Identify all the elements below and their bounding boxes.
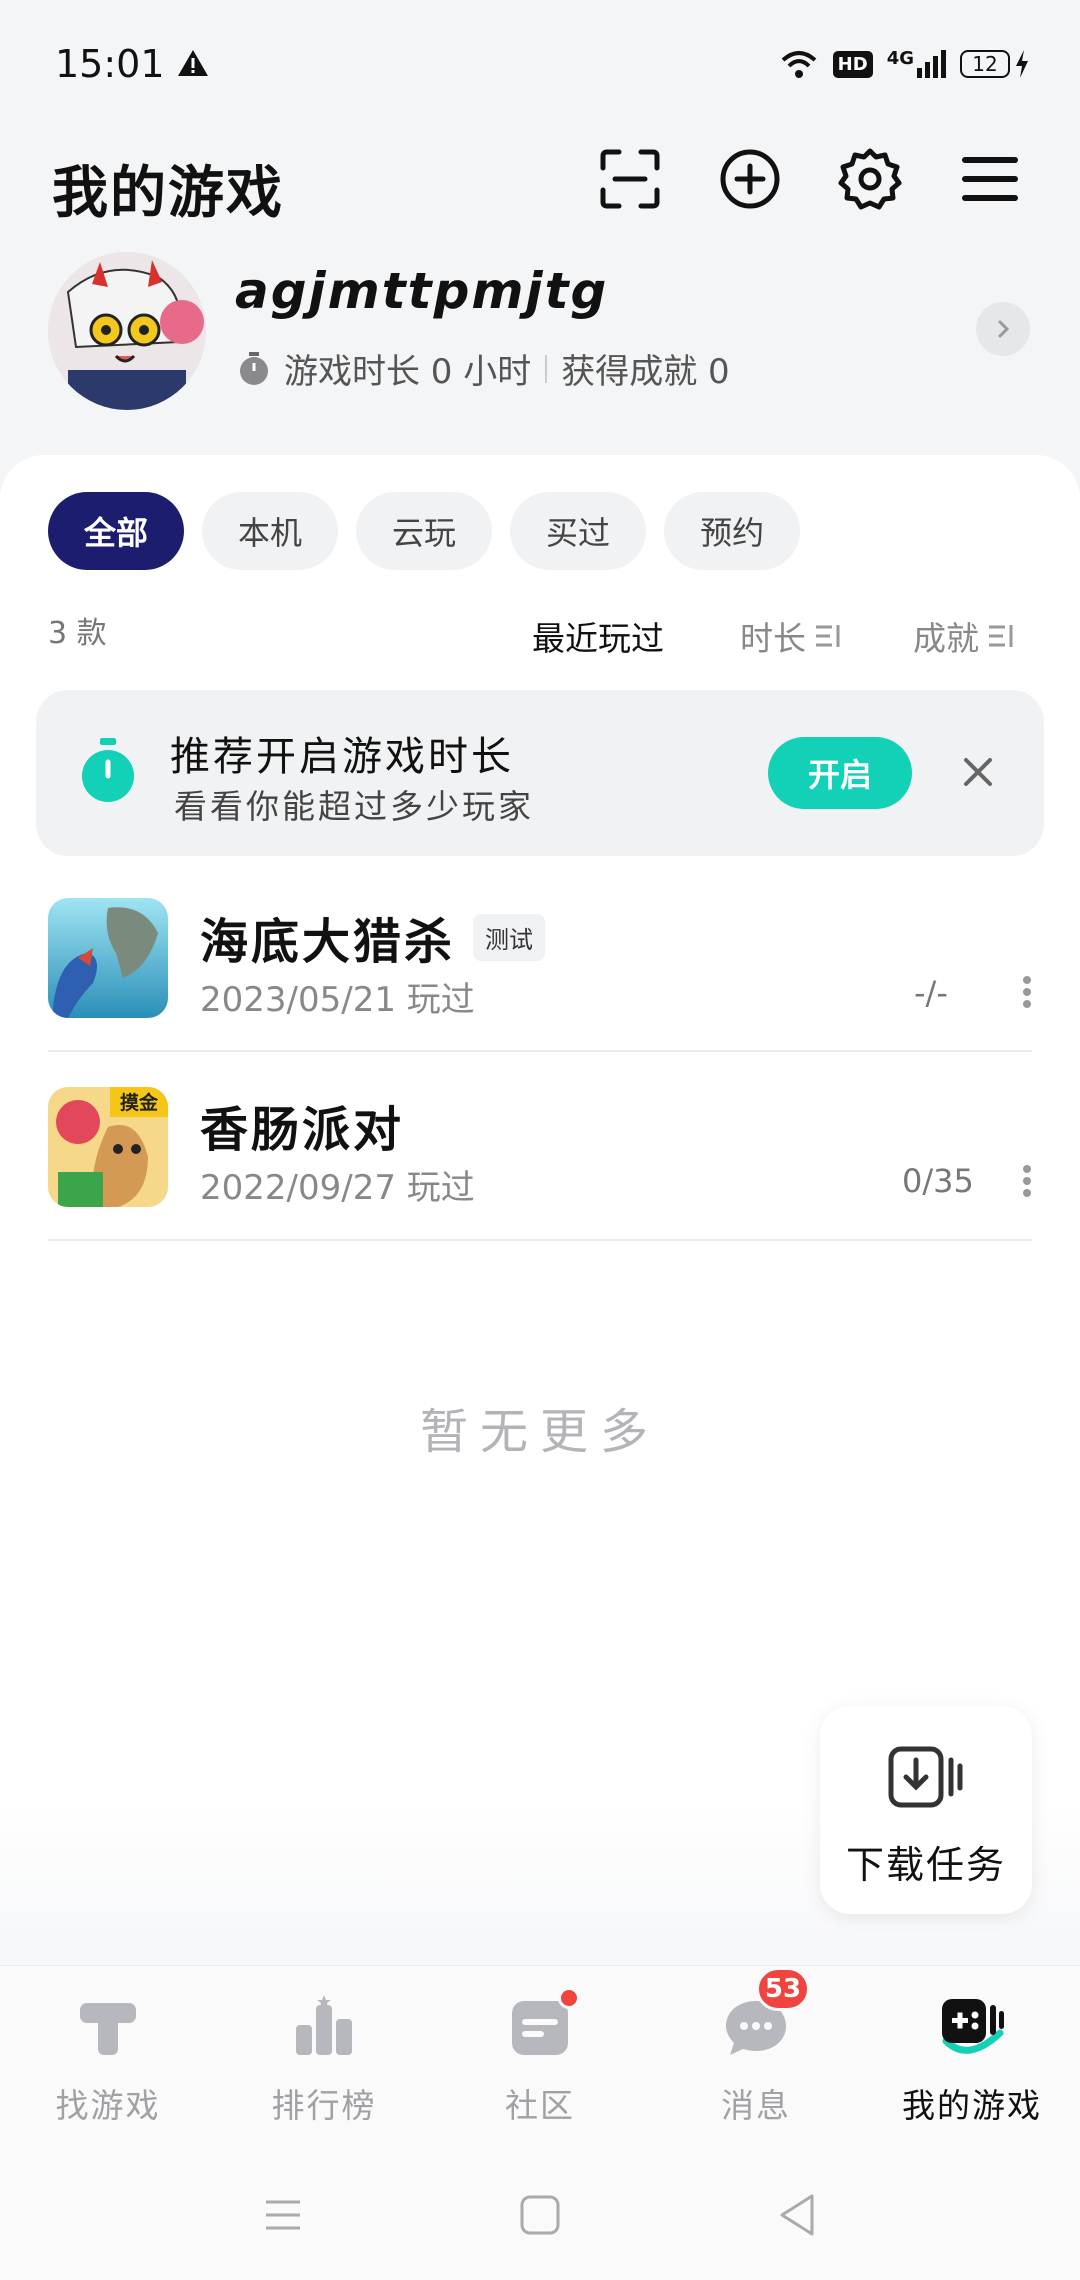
scan-icon[interactable]: [597, 146, 663, 212]
menu-icon[interactable]: [957, 146, 1023, 212]
back-icon[interactable]: [772, 2190, 822, 2240]
sort-duration-label: 时长: [740, 619, 806, 658]
chip-cloud[interactable]: 云玩: [356, 492, 493, 570]
page-title: 我的游戏: [52, 161, 284, 226]
game-name[interactable]: 香肠派对: [200, 1090, 404, 1160]
my-games-icon: [942, 1999, 1004, 2054]
recent-apps-icon[interactable]: [258, 2190, 308, 2240]
nav-messages[interactable]: 53 消息: [648, 1967, 864, 2135]
enable-button[interactable]: 开启: [768, 737, 912, 809]
home-icon[interactable]: [515, 2190, 565, 2240]
hd-badge: HD: [832, 50, 873, 78]
notification-dot: [558, 1987, 580, 2009]
more-vertical-icon[interactable]: [1022, 1164, 1032, 1198]
icon-badge: 摸金: [120, 1091, 159, 1114]
nav-label: 消息: [721, 2086, 791, 2125]
game-last-played: 2022/09/27 玩过: [200, 1168, 475, 1208]
game-achievement: -/-: [914, 974, 948, 1012]
profile-chevron-right-icon[interactable]: [976, 302, 1030, 356]
download-icon: [888, 1746, 963, 1808]
cell-signal-icon: 4G: [887, 50, 946, 78]
game-icon-sausage-party[interactable]: 摸金: [48, 1087, 168, 1207]
wifi-icon: [781, 51, 816, 78]
divider: [48, 1239, 1032, 1241]
playtime-text: 游戏时长 0 小时: [284, 352, 532, 392]
sort-icon: [989, 625, 1013, 647]
warning-icon: [178, 50, 208, 76]
game-name-row[interactable]: 海底大猎杀 测试: [200, 902, 546, 972]
sort-recent[interactable]: 最近玩过: [532, 612, 664, 660]
test-tag: 测试: [473, 913, 546, 961]
nav-find-games[interactable]: 找游戏: [0, 1985, 216, 2135]
download-task-label: 下载任务: [845, 1843, 1006, 1887]
sort-achievement[interactable]: 成就: [913, 612, 1015, 660]
chip-local[interactable]: 本机: [202, 492, 339, 570]
chip-all[interactable]: 全部: [48, 492, 185, 570]
add-circle-icon[interactable]: [717, 146, 783, 212]
sort-duration[interactable]: 时长: [740, 612, 842, 660]
divider: [48, 1050, 1032, 1052]
nav-community[interactable]: 社区: [432, 1985, 648, 2135]
no-more-text: 暂无更多: [419, 1404, 660, 1460]
more-vertical-icon[interactable]: [1022, 975, 1032, 1009]
status-indicators: HD 4G 12: [779, 44, 1030, 84]
game-last-played: 2023/05/21 玩过: [200, 980, 475, 1020]
battery-level: 12: [972, 52, 998, 76]
network-label: 4G: [886, 48, 914, 69]
t-game-icon: [80, 2003, 136, 2055]
promo-title: 推荐开启游戏时长: [170, 734, 514, 780]
sort-icon: [816, 625, 840, 647]
battery-icon: 12: [960, 50, 1030, 78]
avatar[interactable]: [48, 252, 206, 410]
stopwatch-icon: [82, 738, 134, 802]
ranking-icon: [296, 1995, 352, 2055]
close-icon[interactable]: [960, 754, 996, 790]
stats-divider: [545, 354, 548, 383]
nav-label: 找游戏: [55, 2086, 161, 2125]
game-icon-deep-sea[interactable]: [48, 898, 168, 1018]
stopwatch-icon: [240, 351, 268, 385]
promo-subtitle: 看看你能超过多少玩家: [174, 787, 534, 826]
sort-achievement-label: 成就: [913, 619, 979, 658]
message-count-badge: 53: [756, 1967, 810, 2011]
game-achievement: 0/35: [902, 1162, 974, 1200]
chip-purchased[interactable]: 买过: [510, 492, 647, 570]
chip-reserved[interactable]: 预约: [664, 492, 801, 570]
nav-label: 社区: [505, 2086, 575, 2125]
achievement-text: 获得成就 0: [561, 352, 730, 392]
username: agjmttpmjtg: [235, 262, 609, 320]
nav-label: 排行榜: [271, 2086, 377, 2125]
nav-label: 我的游戏: [902, 2086, 1042, 2125]
game-name: 海底大猎杀: [200, 914, 456, 970]
profile-stats: 游戏时长 0 小时 获得成就 0: [238, 344, 730, 393]
filter-chips: 全部 本机 云玩 买过 预约: [48, 492, 801, 570]
nav-ranking[interactable]: 排行榜: [216, 1985, 432, 2135]
nav-my-games[interactable]: 我的游戏: [864, 1985, 1080, 2135]
status-time: 15:01: [55, 42, 165, 86]
game-count: 3 款: [48, 616, 107, 651]
gear-icon[interactable]: [837, 146, 903, 212]
